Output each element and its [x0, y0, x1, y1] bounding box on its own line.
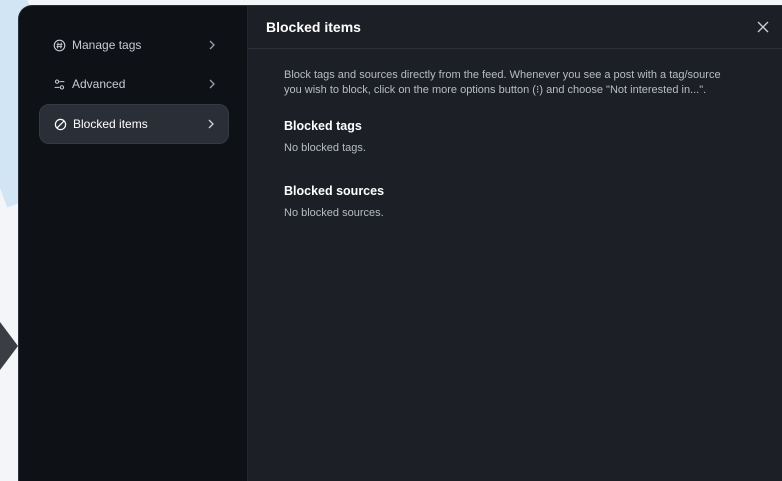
sliders-icon — [52, 77, 66, 91]
blocked-items-panel: Blocked items Block tags and sources dir… — [248, 6, 782, 481]
block-icon — [53, 117, 67, 131]
close-button[interactable] — [747, 11, 779, 43]
close-icon — [757, 21, 769, 33]
settings-modal: Manage tags Advanced Blocked items Block… — [18, 5, 782, 481]
chevron-right-icon — [207, 40, 217, 50]
panel-header: Blocked items — [248, 6, 782, 49]
background-arrow — [0, 322, 18, 370]
sidebar-item-label: Advanced — [72, 77, 126, 91]
sidebar-item-label: Manage tags — [72, 38, 142, 52]
panel-content: Block tags and sources directly from the… — [248, 49, 782, 219]
sidebar-item-advanced[interactable]: Advanced — [39, 65, 229, 103]
sidebar: Manage tags Advanced Blocked items — [19, 6, 248, 481]
blocked-tags-heading: Blocked tags — [284, 119, 362, 133]
blocked-tags-empty-text: No blocked tags. — [284, 142, 366, 154]
chevron-right-icon — [207, 79, 217, 89]
sidebar-item-blocked-items[interactable]: Blocked items — [39, 104, 229, 144]
sidebar-item-manage-tags[interactable]: Manage tags — [39, 26, 229, 64]
blocked-items-description: Block tags and sources directly from the… — [284, 69, 721, 96]
chevron-right-icon — [206, 119, 216, 129]
blocked-sources-empty-text: No blocked sources. — [284, 207, 384, 219]
sidebar-item-label: Blocked items — [73, 117, 148, 131]
hashtag-icon — [52, 38, 66, 52]
page-title: Blocked items — [266, 19, 361, 35]
blocked-sources-heading: Blocked sources — [284, 184, 385, 198]
